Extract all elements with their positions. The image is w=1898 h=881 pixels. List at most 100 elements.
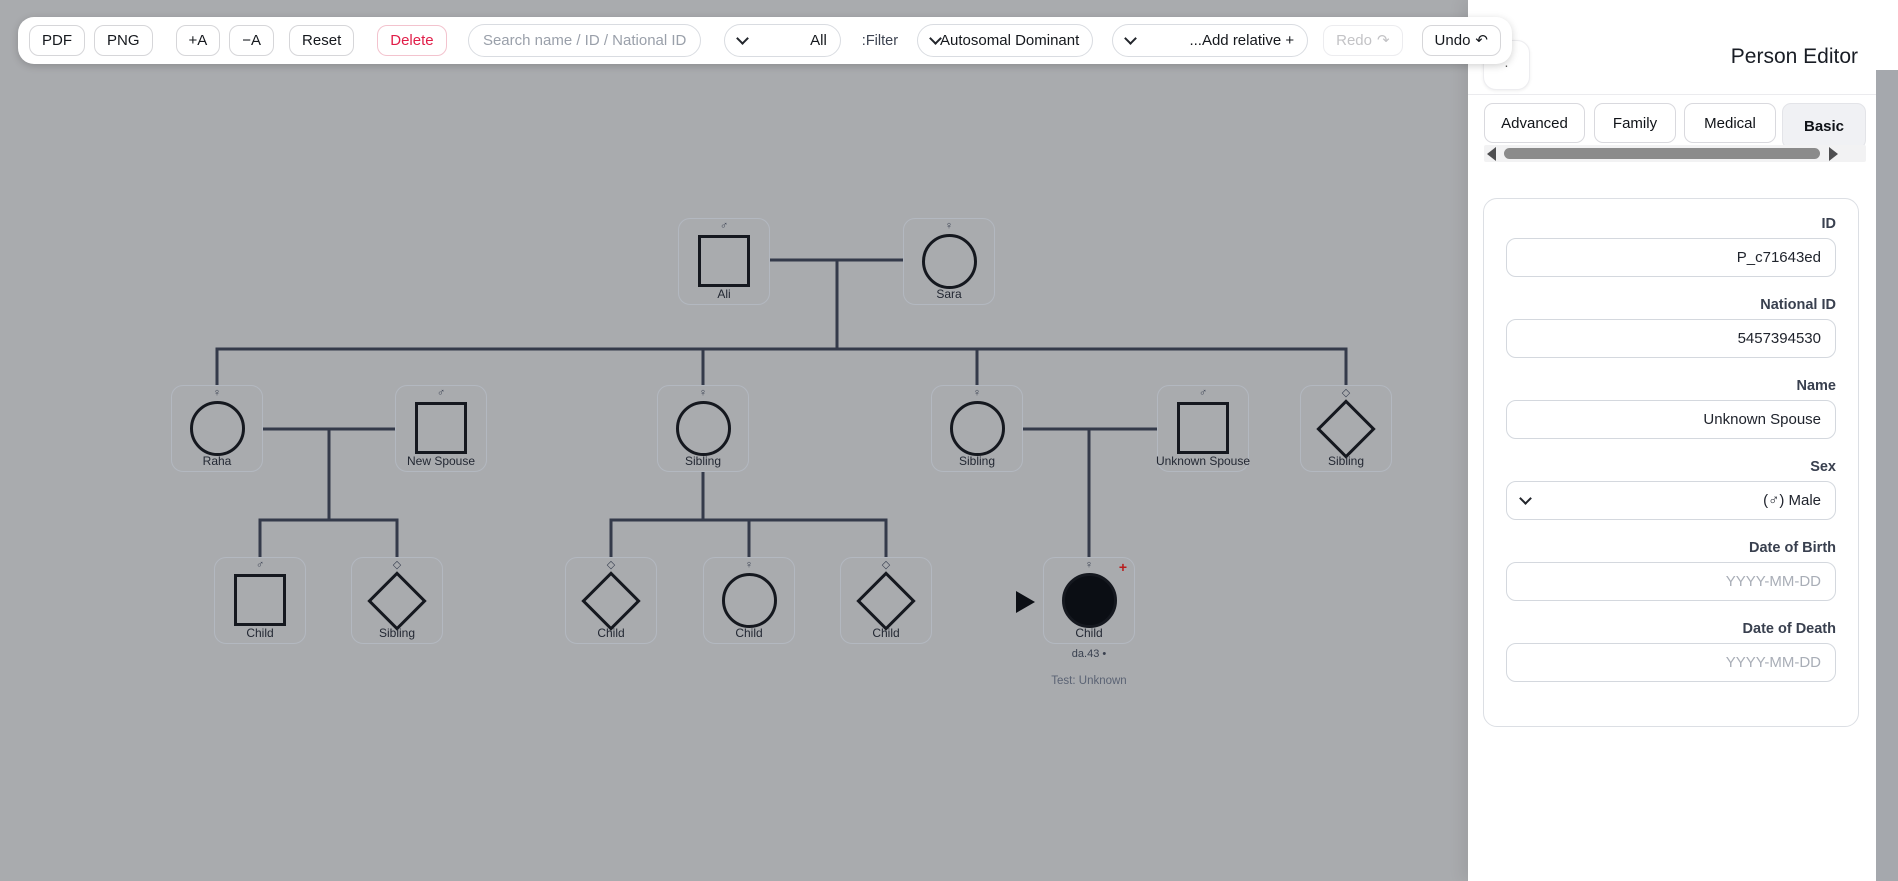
sex-field: Sex (♂) Male [1506,459,1836,520]
unknown-sex-shape [1316,399,1376,459]
male-shape [1177,402,1229,454]
unknown-sex-symbol: ◇ [1341,387,1351,399]
unknown-sex-shape [856,571,916,631]
person-node-affected-child[interactable]: + ♀ Child da.43 • Test: Unknown [1016,557,1135,687]
person-node-raha[interactable]: ♀ Raha [171,385,263,472]
person-node-child-1[interactable]: ♂ Child [214,557,306,644]
person-node-unknown-spouse[interactable]: ♂ Unknown Spouse [1155,385,1251,472]
female-shape [675,401,731,456]
affected-female-shape [1061,573,1117,628]
national-id-field: National ID [1506,297,1836,358]
redo-icon: ↷ [1376,32,1390,49]
unknown-sex-shape [367,571,427,631]
person-label: Child [246,626,274,640]
name-input[interactable] [1506,400,1836,439]
female-shape [949,401,1005,456]
delete-button[interactable]: Delete [377,25,447,56]
undo-icon: ↶ [1475,32,1488,49]
affected-plus-badge: + [1118,559,1127,575]
undo-label: Undo [1434,32,1471,49]
export-png-button[interactable]: PNG [94,25,153,56]
female-symbol: ♀ [698,387,708,399]
dod-field: Date of Death [1506,621,1836,682]
scroll-right-arrow-icon[interactable] [1829,147,1838,161]
person-label: Sibling [684,454,722,468]
tabs-horizontal-scrollbar[interactable] [1484,145,1866,162]
pedigree-app: ♂ Ali ♀ Sara ♀ Raha ♂ New Spouse ♀ Sibli… [0,0,1898,881]
person-label: Raha [202,454,232,468]
person-node-sibling-2[interactable]: ♀ Sibling [931,385,1023,472]
tab-family[interactable]: Family [1594,103,1676,143]
vertical-scrollbar[interactable] [1876,70,1898,881]
chevron-down-icon [736,31,750,45]
female-shape [721,573,777,628]
chevron-down-icon [1124,31,1138,45]
male-symbol: ♂ [719,220,729,232]
add-relative-select[interactable]: ...Add relative + [1112,24,1309,57]
redo-button[interactable]: Redo ↷ [1323,25,1403,56]
unknown-sex-symbol: ◇ [392,559,402,571]
toolbar: PDF PNG +A −A Reset Delete All :Filter A… [18,17,1512,64]
person-label: Child [872,626,900,640]
dob-field: Date of Birth [1506,540,1836,601]
person-node-sibling-3[interactable]: ◇ Sibling [1300,385,1392,472]
id-label: ID [1821,216,1837,232]
dod-input[interactable] [1506,643,1836,682]
undo-button[interactable]: Undo ↶ [1421,25,1501,56]
proband-arrow-icon [1016,591,1035,613]
search-input[interactable] [467,24,702,57]
person-label: Unknown Spouse [1155,454,1251,468]
dob-label: Date of Birth [1749,540,1836,556]
person-node-sara[interactable]: ♀ Sara [903,218,995,305]
add-relative-value: ...Add relative + [1189,32,1295,49]
relationship-filter-select[interactable]: All [724,24,841,57]
sex-select[interactable]: (♂) Male [1506,481,1836,520]
sex-label: Sex [1810,459,1836,475]
male-symbol: ♂ [436,387,446,399]
inheritance-value: Autosomal Dominant [940,32,1080,49]
female-shape [921,234,977,289]
test-status-label: Test: Unknown [1051,675,1127,687]
person-editor-panel: · Person Editor Advanced Family Medical … [1468,0,1898,881]
tab-basic[interactable]: Basic [1782,103,1866,149]
person-node-ali[interactable]: ♂ Ali [678,218,770,305]
female-symbol: ♀ [212,387,222,399]
unknown-sex-shape [581,571,641,631]
font-increase-button[interactable]: +A [175,25,221,56]
redo-label: Redo [1336,32,1372,49]
female-symbol: ♀ [972,387,982,399]
national-id-input[interactable] [1506,319,1836,358]
panel-title: Person Editor [1730,45,1858,68]
male-shape [698,235,750,287]
person-node-child-4[interactable]: ◇ Child [840,557,932,644]
scroll-left-arrow-icon[interactable] [1487,147,1496,161]
export-pdf-button[interactable]: PDF [29,25,85,56]
person-node-new-spouse[interactable]: ♂ New Spouse [395,385,487,472]
person-label: Ali [717,287,731,301]
female-symbol: ♀ [744,559,754,571]
reset-button[interactable]: Reset [289,25,355,56]
male-shape [415,402,467,454]
id-field: ID [1506,216,1836,277]
person-node-sibling-4[interactable]: ◇ Sibling [351,557,443,644]
scrollbar-thumb[interactable] [1504,148,1820,159]
tab-advanced[interactable]: Advanced [1484,103,1585,143]
font-decrease-button[interactable]: −A [229,25,275,56]
tab-medical[interactable]: Medical [1684,103,1776,143]
person-label: Sibling [1327,454,1365,468]
female-symbol: ♀ [944,220,954,232]
id-input[interactable] [1506,238,1836,277]
person-label: Child [597,626,625,640]
person-node-child-3[interactable]: ♀ Child [703,557,795,644]
person-node-sibling-1[interactable]: ♀ Sibling [657,385,749,472]
person-label: Sibling [378,626,416,640]
person-label: New Spouse [406,454,476,468]
relationship-filter-value: All [810,32,827,49]
person-label: Sara [936,287,962,301]
inheritance-select[interactable]: Autosomal Dominant [917,24,1094,57]
basic-info-card: ID National ID Name Sex (♂) Male Date of… [1483,198,1859,727]
filter-label: :Filter [861,32,899,49]
person-node-child-2[interactable]: ◇ Child [565,557,657,644]
dob-input[interactable] [1506,562,1836,601]
female-symbol: ♀ [1084,559,1094,571]
